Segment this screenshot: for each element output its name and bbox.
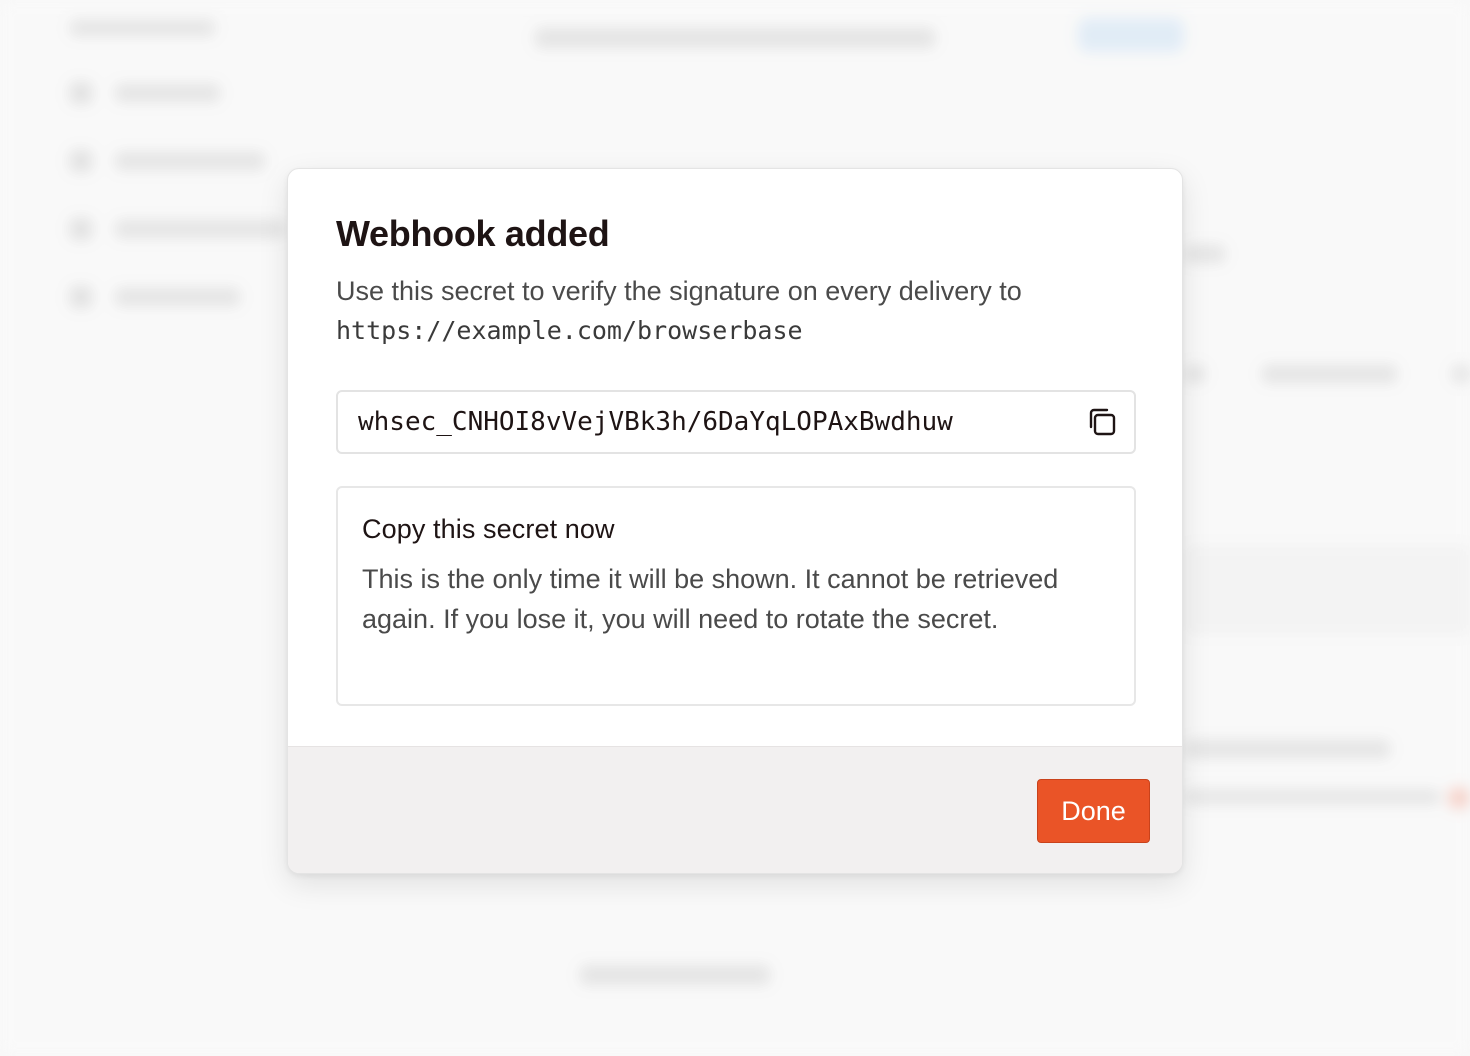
webhook-url: https://example.com/browserbase — [336, 316, 803, 345]
secret-value[interactable]: whsec_CNHOI8vVejVBk3h/6DaYqLOPAxBwdhuw — [358, 407, 1084, 437]
copy-icon — [1089, 408, 1116, 436]
dialog-title: Webhook added — [336, 213, 610, 254]
warning-text: This is the only time it will be shown. … — [362, 564, 1059, 634]
dialog-description-text: Use this secret to verify the signature … — [336, 276, 1022, 306]
webhook-added-dialog: Webhook added Use this secret to verify … — [287, 168, 1183, 874]
dialog-body: Webhook added Use this secret to verify … — [288, 169, 1182, 746]
copy-secret-button[interactable] — [1084, 404, 1120, 440]
warning-callout: Copy this secret now This is the only ti… — [336, 486, 1136, 706]
dialog-description: Use this secret to verify the signature … — [336, 271, 1136, 351]
dialog-footer: Done — [288, 746, 1182, 873]
done-button[interactable]: Done — [1037, 779, 1150, 843]
warning-title: Copy this secret now — [362, 514, 615, 544]
secret-field[interactable]: whsec_CNHOI8vVejVBk3h/6DaYqLOPAxBwdhuw — [336, 390, 1136, 454]
